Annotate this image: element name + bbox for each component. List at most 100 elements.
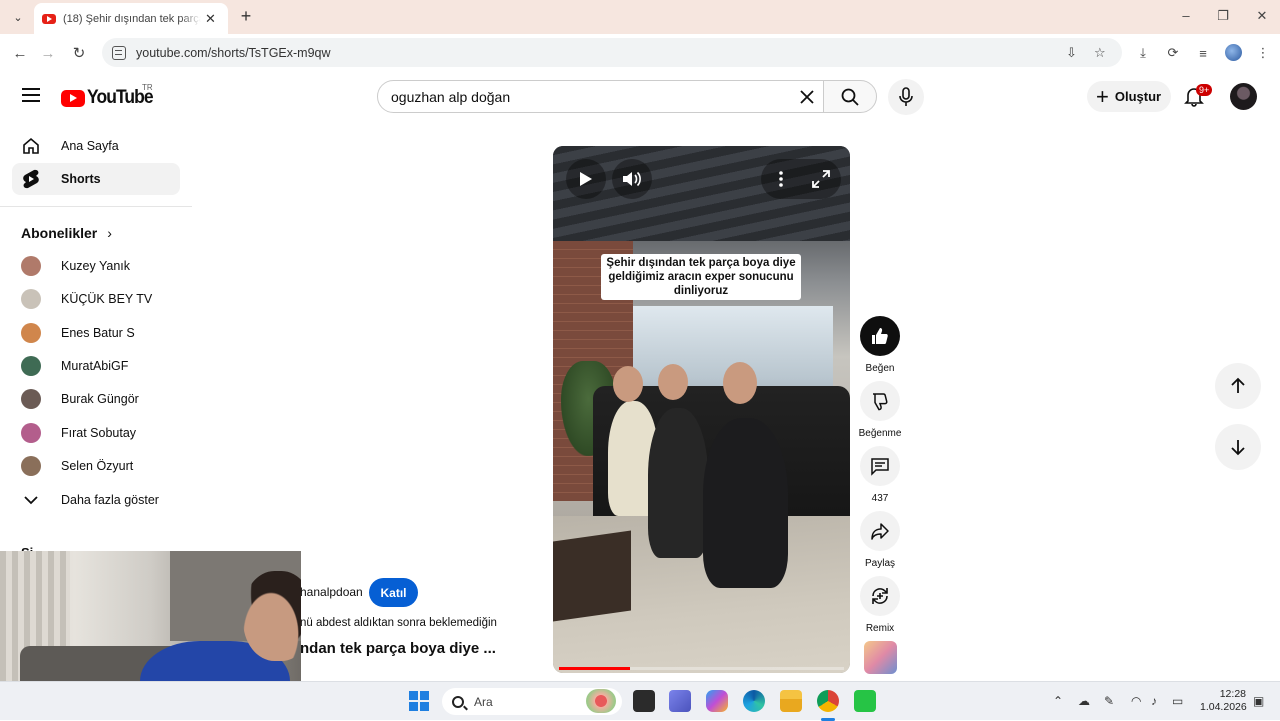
subscription-label: Enes Batur S: [61, 325, 135, 340]
window-close-icon[interactable]: ✕: [1252, 8, 1272, 24]
extension-icon[interactable]: ⟳: [1164, 44, 1182, 62]
sidebar-item-shorts[interactable]: Shorts: [12, 163, 180, 195]
like-action[interactable]: Beğen: [858, 316, 902, 374]
taskbar-search-placeholder: Ara: [474, 694, 493, 709]
downloads-icon[interactable]: ⤓: [1134, 44, 1152, 62]
country-code: TR: [142, 83, 153, 92]
dislike-action[interactable]: Beğenme: [858, 381, 902, 439]
reload-button[interactable]: ↻: [69, 43, 89, 63]
subscription-item[interactable]: Burak Güngör: [12, 383, 180, 415]
subscription-item[interactable]: Kuzey Yanık: [12, 250, 180, 282]
share-action[interactable]: Paylaş: [858, 511, 902, 569]
comments-action[interactable]: 437: [858, 446, 902, 504]
tray-overflow-icon[interactable]: ⌃: [1053, 694, 1063, 708]
voice-search-button[interactable]: [888, 79, 924, 115]
volume-button[interactable]: [612, 159, 652, 199]
messaging-app-icon[interactable]: [854, 690, 876, 712]
browser-profile-avatar[interactable]: [1225, 44, 1242, 61]
teams-icon[interactable]: [669, 690, 691, 712]
dislike-label: Beğenme: [858, 428, 902, 439]
search-button[interactable]: [823, 80, 877, 113]
new-tab-button[interactable]: +: [236, 6, 256, 27]
create-label: Oluştur: [1114, 89, 1162, 104]
task-view-icon[interactable]: [633, 690, 655, 712]
next-short-button[interactable]: [1215, 424, 1261, 470]
show-more-button[interactable]: Daha fazla göster: [12, 484, 180, 516]
subscription-label: KÜÇÜK BEY TV: [61, 292, 153, 307]
volume-icon: [623, 171, 641, 187]
browser-menu-icon[interactable]: ⋮: [1254, 44, 1272, 62]
system-clock[interactable]: 12:28 1.04.2026: [1200, 688, 1247, 714]
channel-handle[interactable]: hanalpdoan: [300, 585, 363, 599]
channel-avatar: [21, 289, 41, 310]
account-avatar[interactable]: [1230, 83, 1257, 110]
install-app-icon[interactable]: ⇩: [1066, 45, 1077, 61]
create-button[interactable]: + Oluştur: [1087, 81, 1171, 112]
browser-tab-strip: ⌄ (18) Şehir dışından tek parça boya diy…: [0, 0, 1280, 34]
windows-start-icon[interactable]: [409, 691, 429, 711]
comments-button[interactable]: [860, 446, 900, 486]
like-button[interactable]: [860, 316, 900, 356]
forward-button[interactable]: →: [38, 43, 58, 63]
audio-description[interactable]: nü abdest aldıktan sonra beklemediğin: [300, 617, 497, 629]
subscription-item[interactable]: Enes Batur S: [12, 317, 180, 349]
shorts-video-player[interactable]: Şehir dışından tek parça boya diye geldi…: [553, 146, 850, 673]
subscription-label: Kuzey Yanık: [61, 259, 131, 273]
guide-menu-icon[interactable]: [22, 88, 40, 102]
site-info-icon[interactable]: [112, 45, 126, 60]
play-icon: [580, 172, 592, 186]
search-icon: [841, 88, 859, 106]
previous-short-button[interactable]: [1215, 363, 1261, 409]
back-button[interactable]: ←: [10, 43, 30, 63]
bookmark-star-icon[interactable]: ☆: [1094, 45, 1106, 61]
dislike-button[interactable]: [860, 381, 900, 421]
fullscreen-button[interactable]: [801, 159, 841, 199]
progress-bar[interactable]: [559, 667, 844, 670]
thumbs-down-icon: [873, 393, 888, 411]
join-button[interactable]: Katıl: [369, 578, 418, 607]
address-bar[interactable]: youtube.com/shorts/TsTGEx-m9qw ⇩ ☆: [102, 38, 1122, 67]
url-text[interactable]: youtube.com/shorts/TsTGEx-m9qw: [136, 46, 331, 60]
onedrive-icon[interactable]: ☁: [1078, 694, 1090, 708]
subscription-item[interactable]: KÜÇÜK BEY TV: [12, 283, 180, 315]
subscription-item[interactable]: Selen Özyurt: [12, 450, 180, 482]
subscription-item[interactable]: Fırat Sobutay: [12, 417, 180, 449]
channel-avatar: [21, 355, 41, 376]
more-options-button[interactable]: [761, 159, 801, 199]
youtube-masthead: YouTube TR oguzhan alp doğan + Oluştur 9…: [0, 72, 1280, 122]
chrome-icon[interactable]: [817, 690, 839, 712]
speaker-icon[interactable]: ♪: [1151, 694, 1157, 708]
notification-center-icon[interactable]: ▣: [1253, 694, 1264, 708]
subscription-item[interactable]: MuratAbiGF: [12, 350, 180, 382]
channel-avatar: [21, 455, 41, 476]
file-explorer-icon[interactable]: [780, 690, 802, 712]
pen-input-icon[interactable]: ✎: [1104, 694, 1114, 708]
chevron-right-icon: ›: [107, 225, 112, 241]
subscriptions-heading[interactable]: Abonelikler ›: [21, 225, 112, 241]
audio-track-thumbnail[interactable]: [864, 641, 897, 674]
wifi-icon[interactable]: ◠: [1131, 694, 1141, 708]
play-button[interactable]: [566, 159, 606, 199]
plus-icon: +: [1096, 83, 1109, 109]
copilot-icon[interactable]: [706, 690, 728, 712]
tab-search-chevron-icon[interactable]: ⌄: [8, 7, 28, 27]
restore-icon[interactable]: ❐: [1213, 8, 1233, 24]
browser-tab-active[interactable]: (18) Şehir dışından tek parça boya diye …: [34, 3, 228, 34]
tab-close-icon[interactable]: ✕: [205, 11, 216, 27]
clear-search-icon[interactable]: [795, 85, 819, 109]
media-queue-icon[interactable]: ≡: [1194, 44, 1212, 62]
search-highlight-icon[interactable]: [586, 689, 616, 713]
remix-action[interactable]: Remix: [858, 576, 902, 634]
subscriptions-title: Abonelikler: [21, 225, 98, 241]
short-title[interactable]: ndan tek parça boya diye ...: [300, 640, 496, 657]
remix-button[interactable]: [860, 576, 900, 616]
minimize-icon[interactable]: –: [1176, 8, 1196, 23]
microphone-icon: [899, 87, 913, 106]
battery-icon[interactable]: ▭: [1172, 694, 1183, 708]
edge-icon[interactable]: [743, 690, 765, 712]
share-button[interactable]: [860, 511, 900, 551]
sidebar-item-home[interactable]: Ana Sayfa: [12, 130, 180, 162]
comments-count: 437: [871, 493, 889, 504]
search-query[interactable]: oguzhan alp doğan: [391, 89, 510, 105]
search-input[interactable]: oguzhan alp doğan: [377, 80, 824, 113]
